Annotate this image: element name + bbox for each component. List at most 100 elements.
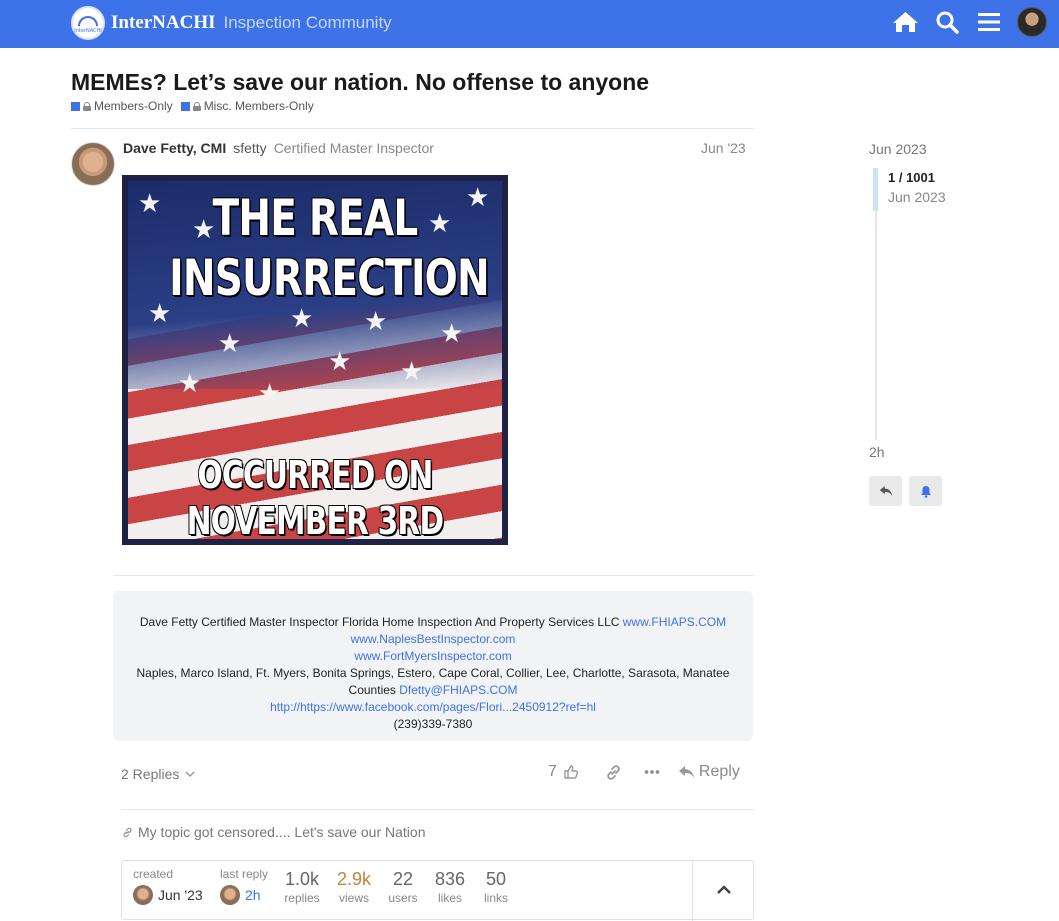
fortmyers-inspector-link[interactable]: www.FortMyersInspector.com [354,649,511,663]
show-replies-button[interactable]: 2 Replies [121,766,195,782]
site-header: InterNACHI InterNACHI Inspection Communi… [0,0,1059,48]
thumbs-up-icon [564,765,578,779]
linked-topic-link[interactable]: My topic got censored.... Let's save our… [122,824,426,840]
home-icon[interactable] [891,8,919,36]
timeline-start-date[interactable]: Jun 2023 [869,141,927,157]
created-label: created [133,867,174,881]
logo-brand-text: InterNACHI [111,12,216,33]
stat-number: 2.9k [336,869,372,889]
star-icon: ★ [178,369,202,399]
timeline-end-label[interactable]: 2h [869,444,885,460]
like-count[interactable]: 7 [548,763,557,781]
topic-map: created Jun '23 last reply 2h 1.0k repli… [121,860,754,921]
divider [113,575,754,576]
timeline-position-date: Jun 2023 [888,189,946,205]
ellipsis-icon [644,770,660,774]
post-date[interactable]: Jun '23 [701,140,746,156]
notification-bell-button[interactable] [909,476,942,506]
timeline-position: 1 / 1001 [888,170,935,185]
stat-links: 50 links [482,869,510,905]
flag-background: ★ ★ ★ ★ ★ ★ ★ ★ ★ ★ ★ ★ ★ THE REAL INSUR… [128,181,502,539]
meme-text-line3: OCCURRED ON [197,453,433,497]
topic-created[interactable]: created Jun '23 [133,867,203,905]
star-icon: ★ [148,299,172,329]
header-icons [891,7,1047,37]
share-link-button[interactable] [605,764,622,781]
post-username[interactable]: sfetty [233,140,266,156]
star-icon: ★ [290,304,314,334]
star-icon: ★ [258,379,282,409]
star-icon: ★ [466,183,490,213]
lock-icon [192,101,201,111]
last-replier-avatar [220,885,240,905]
search-icon[interactable] [933,8,961,36]
post-author-name[interactable]: Dave Fetty, CMI [123,140,226,156]
star-icon: ★ [440,319,464,349]
post-author-avatar[interactable] [71,142,115,186]
more-actions-button[interactable] [644,769,660,775]
category-color-swatch [180,101,190,111]
meme-text-line4: NOVEMBER 3RD 2020 [186,499,444,539]
expand-topic-map-button[interactable] [693,861,754,919]
stat-label: users [388,891,418,905]
post-meta: Dave Fetty, CMI sfetty Certified Master … [123,140,434,156]
link-icon [607,764,620,780]
logo-badge-icon: InterNACHI [71,6,105,40]
stat-number: 50 [485,869,507,889]
star-icon: ★ [328,347,352,377]
signature-service-area: Naples, Marco Island, Ft. Myers, Bonita … [136,666,730,697]
category-label: Members-Only [94,99,173,113]
lock-icon [83,101,91,111]
category-badge[interactable]: Misc. Members-Only [180,99,314,113]
bell-icon [920,485,931,498]
facebook-link[interactable]: http://https://www.facebook.com/pages/Fl… [270,700,596,714]
fhiaps-link[interactable]: www.FHIAPS.COM [623,615,726,629]
created-date: Jun '23 [158,887,203,903]
chevron-down-icon [185,770,195,777]
post-actions: 7 Reply [548,763,740,781]
category-label: Misc. Members-Only [203,99,314,113]
stat-label: views [338,891,369,905]
post-signature: Dave Fetty Certified Master Inspector Fl… [113,591,753,741]
stat-views: 2.9k views [335,869,373,905]
meme-image[interactable]: ★ ★ ★ ★ ★ ★ ★ ★ ★ ★ ★ ★ ★ THE REAL INSUR… [122,175,508,545]
meme-text-line1: THE REAL [212,189,419,247]
logo-subtitle-text: Inspection Community [223,13,392,32]
email-link[interactable]: Dfetty@FHIAPS.COM [399,683,517,697]
topic-last-reply[interactable]: last reply 2h [220,867,268,905]
stat-users: 22 users [387,869,419,905]
last-reply-label: last reply [220,867,269,881]
last-reply-date: 2h [245,887,261,903]
star-icon: ★ [364,307,388,337]
naples-inspector-link[interactable]: www.NaplesBestInspector.com [351,632,516,646]
stat-label: likes [437,891,462,905]
reply-button[interactable]: Reply [678,763,740,781]
reply-arrow-icon [678,766,694,778]
like-button[interactable]: 7 [548,763,579,781]
star-icon: ★ [138,189,162,219]
post-user-title: Certified Master Inspector [273,140,434,156]
linked-topic-title: My topic got censored.... Let's save our… [138,824,426,840]
stat-number: 22 [392,869,414,889]
stat-number: 1.0k [284,869,320,889]
stat-label: replies [284,891,320,905]
replies-label: 2 Replies [121,766,180,782]
timeline-handle[interactable] [873,168,878,211]
category-badge[interactable]: Members-Only [71,99,173,113]
timeline-reply-button[interactable] [869,476,902,506]
site-logo[interactable]: InterNACHI InterNACHI Inspection Communi… [71,6,392,40]
reply-label: Reply [698,763,740,780]
hamburger-menu-icon[interactable] [975,8,1003,36]
reply-arrow-icon [879,486,892,496]
topic-title[interactable]: MEMEs? Let’s save our nation. No offense… [71,69,649,96]
category-color-swatch [71,101,80,111]
meme-text-line2: INSURRECTION [169,249,490,307]
star-icon: ★ [218,329,242,359]
stat-label: links [483,891,508,905]
current-user-avatar[interactable] [1017,7,1047,37]
creator-avatar [133,885,153,905]
stat-likes: 836 likes [434,869,466,905]
link-icon [123,827,132,837]
stat-number: 836 [434,869,466,889]
signature-phone: (239)339-7380 [393,717,473,731]
